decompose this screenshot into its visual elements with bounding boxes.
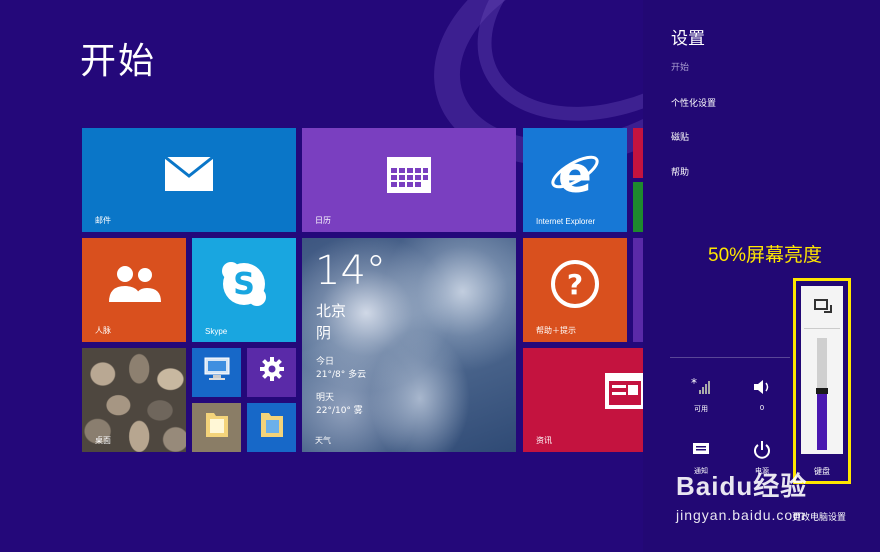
news-icon [605, 373, 643, 409]
tile-news[interactable]: 资讯 [523, 348, 643, 452]
tile-label: 天气 [315, 436, 331, 445]
tile-internet-explorer[interactable]: e Internet Explorer [523, 128, 627, 232]
weather-today: 21°/8° 多云 [316, 370, 367, 380]
tile-mail[interactable]: 邮件 [82, 128, 296, 232]
mail-icon [164, 155, 214, 196]
weather-temperature: 14° [315, 248, 386, 294]
watermark-logo: Baidu经验 [676, 471, 808, 501]
tile-edge-green[interactable] [633, 182, 643, 232]
brightness-highlight-box: 键盘 [793, 278, 851, 484]
settings-link-personalize[interactable]: 个性化设置 [671, 96, 716, 109]
brightness-separator [804, 328, 840, 329]
people-icon [105, 264, 163, 308]
tile-file-explorer[interactable] [247, 403, 296, 452]
volume-button[interactable]: 0 [737, 378, 787, 422]
volume-icon [737, 378, 787, 404]
brightness-slider-fill [817, 394, 827, 450]
weather-city: 北京 [316, 302, 347, 320]
tile-people[interactable]: 人脉 [82, 238, 186, 342]
internet-explorer-icon: e [549, 146, 601, 204]
tile-label: 桌面 [95, 436, 111, 445]
tile-skype[interactable]: S Skype [192, 238, 296, 342]
svg-text:*: * [691, 378, 697, 390]
calendar-icon [386, 154, 432, 198]
quick-settings-divider [670, 357, 790, 358]
tile-documents[interactable] [192, 403, 241, 452]
svg-text:S: S [233, 267, 255, 302]
tile-desktop[interactable]: 桌面 [82, 348, 186, 452]
folder-icon [259, 409, 285, 443]
tile-label: Internet Explorer [536, 217, 596, 226]
settings-subtitle: 开始 [671, 63, 690, 73]
tile-label: 日历 [315, 216, 331, 225]
brightness-slider-panel [801, 286, 843, 454]
network-button[interactable]: * 可用 [676, 376, 726, 422]
start-screen: 开始 邮件 日历 e Internet Explorer 人脉 S Skype … [0, 0, 643, 552]
brightness-slider-thumb[interactable] [816, 388, 828, 394]
baidu-watermark: Baidu经验 jingyan.baidu.com [676, 466, 807, 523]
tile-label: 帮助＋提示 [536, 326, 576, 335]
weather-tomorrow-label: 明天 [316, 393, 335, 403]
watermark-url: jingyan.baidu.com [676, 507, 806, 523]
power-icon [737, 440, 787, 466]
tile-help-tips[interactable]: ? 帮助＋提示 [523, 238, 627, 342]
notifications-icon [676, 440, 726, 466]
tile-weather[interactable]: 14° 北京 阴 今日 21°/8° 多云 明天 22°/10° 雾 天气 [302, 238, 516, 452]
network-label: 可用 [694, 405, 708, 413]
computer-icon [202, 356, 232, 386]
tile-pc-settings[interactable] [247, 348, 296, 397]
weather-tomorrow: 22°/10° 雾 [316, 406, 363, 416]
folder-icon [204, 409, 230, 443]
tile-label: 邮件 [95, 216, 111, 225]
tile-this-pc[interactable] [192, 348, 241, 397]
network-icon: * [676, 376, 726, 404]
tile-edge-red[interactable] [633, 128, 643, 178]
brightness-annotation: 50%屏幕亮度 [708, 245, 823, 266]
weather-today-label: 今日 [316, 357, 335, 367]
settings-title: 设置 [671, 29, 705, 49]
tile-calendar[interactable]: 日历 [302, 128, 516, 232]
tile-label: Skype [205, 327, 228, 336]
settings-link-help[interactable]: 帮助 [671, 165, 689, 178]
help-icon: ? [550, 259, 600, 313]
tile-edge-purple[interactable] [633, 238, 643, 342]
settings-link-tiles[interactable]: 磁贴 [671, 130, 689, 143]
tile-label: 人脉 [95, 326, 111, 335]
brightness-slider[interactable] [816, 338, 828, 450]
tile-label: 资讯 [536, 436, 552, 445]
brightness-auto-icon[interactable] [814, 299, 832, 313]
volume-label: 0 [759, 404, 765, 412]
gear-icon [259, 356, 285, 386]
weather-condition: 阴 [316, 324, 332, 342]
svg-text:?: ? [567, 268, 583, 301]
start-title: 开始 [80, 41, 157, 82]
skype-icon: S [219, 259, 269, 313]
